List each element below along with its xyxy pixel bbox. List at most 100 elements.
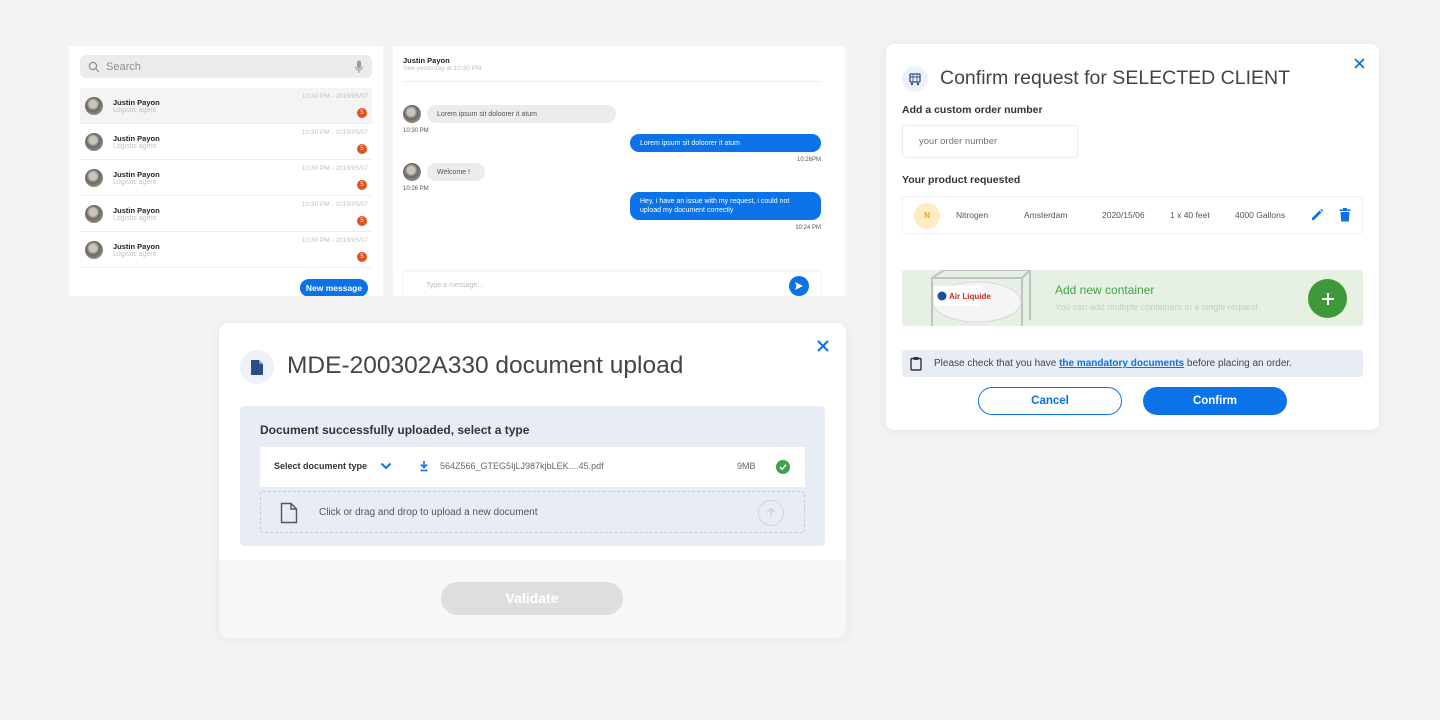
truck-icon — [902, 66, 928, 92]
outgoing-message: Hey, i have an issue with my request, i … — [630, 192, 821, 220]
document-icon — [240, 350, 274, 384]
validate-button[interactable]: Validate — [441, 582, 623, 615]
microphone-icon[interactable] — [354, 60, 364, 74]
incoming-message: Lorem ipsum sit doloorer it atum — [427, 105, 616, 123]
message-placeholder: Type a message... — [426, 282, 484, 289]
contact-item[interactable]: Justin Payon Logistic agent 10:30 PM - 2… — [80, 232, 372, 268]
contact-time: 10:30 PM - 2019/05/07 — [301, 129, 368, 136]
contact-time: 10:30 PM - 2019/05/07 — [301, 201, 368, 208]
new-message-button[interactable]: New message — [300, 279, 368, 296]
contact-time: 10:30 PM - 2019/05/07 — [301, 165, 368, 172]
avatar — [403, 105, 421, 123]
product-location: Amsterdam — [1024, 210, 1068, 220]
upload-arrow-icon[interactable] — [758, 500, 784, 526]
avatar — [85, 133, 103, 151]
upload-box: Document successfully uploaded, select a… — [240, 406, 825, 546]
avatar — [403, 163, 421, 181]
order-number-label: Add a custom order number — [902, 104, 1043, 116]
notice-before: Please check that you have — [934, 358, 1060, 369]
chevron-down-icon[interactable] — [380, 461, 392, 471]
mandatory-documents-notice: Please check that you have the mandatory… — [902, 350, 1363, 377]
upload-title: MDE-200302A330 document upload — [287, 352, 684, 379]
search-icon — [88, 61, 100, 72]
add-container-button[interactable] — [1308, 279, 1347, 318]
product-label: Your product requested — [902, 174, 1021, 186]
add-container-card[interactable]: Air Liquide Add new container You can ad… — [902, 270, 1363, 326]
product-row: N Nitrogen Amsterdam 2020/15/06 1 x 40 f… — [902, 196, 1363, 234]
chat-divider — [403, 81, 821, 82]
contact-time: 10:30 PM - 2019/05/07 — [301, 93, 368, 100]
contact-role: Logistic agent — [113, 143, 157, 150]
trash-icon[interactable] — [1339, 208, 1351, 222]
check-icon — [776, 460, 790, 474]
message-line: upload my document correctly — [640, 207, 734, 214]
unread-badge: 5 — [357, 252, 367, 262]
outgoing-message: Lorem ipsum sit doloorer it atum — [630, 134, 821, 152]
contact-name: Justin Payon — [113, 134, 160, 143]
avatar — [85, 169, 103, 187]
contact-item[interactable]: Justin Payon Logistic agent 10:30 PM - 2… — [80, 124, 372, 160]
message-time: 10:26 PM — [403, 186, 429, 192]
chat-contact-name: Justin Payon — [403, 56, 450, 65]
contact-item[interactable]: Justin Payon Logistic agent 10:30 PM - 2… — [80, 196, 372, 232]
contact-item[interactable]: Justin Payon Logistic agent 10:30 PM - 2… — [80, 160, 372, 196]
download-icon[interactable] — [419, 460, 429, 472]
close-icon[interactable] — [1353, 57, 1366, 70]
send-button[interactable] — [789, 276, 809, 296]
incoming-message: Welcome ! — [427, 163, 485, 181]
confirm-request-modal: Confirm request for SELECTED CLIENT Add … — [886, 44, 1379, 430]
message-time: 10:30 PM — [403, 128, 429, 134]
mandatory-documents-link[interactable]: the mandatory documents — [1059, 358, 1184, 369]
search-input[interactable]: Search — [80, 55, 372, 78]
drop-zone-text: Click or drag and drop to upload a new d… — [319, 507, 538, 518]
confirm-button[interactable]: Confirm — [1143, 387, 1287, 415]
avatar — [85, 97, 103, 115]
add-container-subtitle: You can add multiple containers in a sin… — [1055, 302, 1258, 312]
contact-item[interactable]: Justin Payon Logistic agent 10:30 PM - 2… — [80, 88, 372, 124]
document-upload-modal: MDE-200302A330 document upload Document … — [219, 323, 846, 638]
chat-last-seen: See yesterday at 10:30 PM — [403, 65, 482, 72]
upload-success-text: Document successfully uploaded, select a… — [260, 423, 530, 437]
avatar — [85, 241, 103, 259]
add-container-title: Add new container — [1055, 283, 1155, 297]
message-time: 10:24 PM — [795, 225, 821, 231]
contact-name: Justin Payon — [113, 170, 160, 179]
confirm-title: Confirm request for SELECTED CLIENT — [940, 67, 1291, 89]
contact-list: Justin Payon Logistic agent 10:30 PM - 2… — [80, 88, 372, 268]
cancel-button[interactable]: Cancel — [978, 387, 1122, 415]
order-number-input[interactable] — [902, 125, 1078, 158]
contact-name: Justin Payon — [113, 242, 160, 251]
chat-panel: Justin Payon See yesterday at 10:30 PM L… — [393, 46, 845, 296]
uploaded-file-row: Select document type 564Z566_GTEG5IjLJ98… — [260, 447, 805, 487]
search-placeholder: Search — [106, 60, 141, 73]
document-type-select[interactable]: Select document type — [274, 461, 367, 471]
svg-text:Air Liquide: Air Liquide — [949, 292, 991, 301]
send-icon — [795, 282, 803, 290]
upload-modal-body: MDE-200302A330 document upload Document … — [219, 323, 846, 560]
product-name: Nitrogen — [956, 210, 989, 220]
file-name: 564Z566_GTEG5IjLJ987kjbLEK....45.pdf — [440, 461, 604, 471]
close-icon[interactable] — [815, 338, 831, 354]
unread-badge: 5 — [357, 144, 367, 154]
drop-zone[interactable]: Click or drag and drop to upload a new d… — [260, 491, 805, 533]
clipboard-icon — [910, 357, 922, 371]
product-volume: 4000 Gallons — [1235, 210, 1286, 220]
contact-name: Justin Payon — [113, 98, 160, 107]
notice-text: Please check that you have the mandatory… — [934, 358, 1292, 369]
edit-icon[interactable] — [1310, 208, 1324, 222]
contact-name: Justin Payon — [113, 206, 160, 215]
message-line: Hey, i have an issue with my request, i … — [640, 198, 790, 205]
contact-role: Logistic agent — [113, 179, 157, 186]
avatar — [85, 205, 103, 223]
product-container: 1 x 40 feet — [1170, 210, 1210, 220]
notice-after: before placing an order. — [1184, 358, 1292, 369]
unread-badge: 5 — [357, 216, 367, 226]
product-date: 2020/15/06 — [1102, 210, 1145, 220]
message-time: 10:26PM — [796, 157, 821, 163]
container-tank-image: Air Liquide — [931, 270, 1031, 326]
contact-role: Logistic agent — [113, 251, 157, 258]
message-input[interactable]: Type a message... — [403, 272, 821, 296]
file-icon — [280, 502, 298, 524]
product-initial-badge: N — [914, 203, 940, 229]
unread-badge: 5 — [357, 180, 367, 190]
